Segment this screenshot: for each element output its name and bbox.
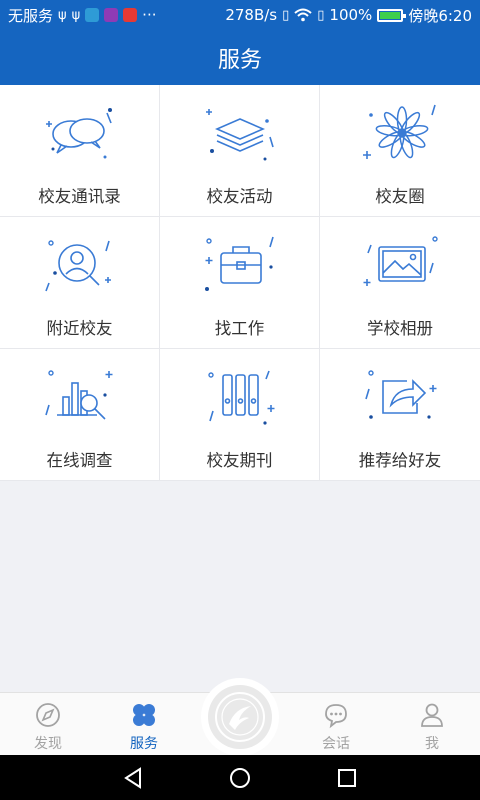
clock: 傍晚6:20 xyxy=(408,6,472,25)
grid-item-label: 校友圈 xyxy=(375,187,425,206)
usb-icon: ψ xyxy=(58,7,67,23)
news-notification-icon xyxy=(123,8,138,22)
grid-item-alumni-directory[interactable]: 校友通讯录 xyxy=(0,85,160,217)
tab-services[interactable]: 服务 xyxy=(96,693,192,756)
more-notifications-icon: ··· xyxy=(142,6,157,24)
grid-item-label: 附近校友 xyxy=(46,319,113,338)
back-icon[interactable] xyxy=(120,765,146,791)
flower-icon xyxy=(363,104,436,159)
home-icon[interactable] xyxy=(227,765,253,791)
vibrate-icon: ▯ xyxy=(282,7,290,23)
binders-icon xyxy=(207,370,274,425)
person-search-icon xyxy=(44,240,111,292)
grid-item-label: 学校相册 xyxy=(367,319,433,338)
chat-icon xyxy=(325,704,347,729)
grid-item-alumni-circle[interactable]: 校友圈 xyxy=(320,85,480,217)
grid-item-label: 推荐给好友 xyxy=(358,451,442,470)
briefcase-icon xyxy=(204,236,274,291)
compass-icon xyxy=(36,703,60,727)
tab-label: 会话 xyxy=(322,736,350,752)
tab-chat[interactable]: 会话 xyxy=(288,693,384,756)
grid-icon xyxy=(133,704,155,726)
grid-item-nearby-alumni[interactable]: 附近校友 xyxy=(0,217,160,349)
tab-label: 服务 xyxy=(130,736,158,752)
chat-bubbles-icon xyxy=(45,108,112,159)
sim-icon: ▯ xyxy=(317,7,325,23)
grid-item-label: 校友活动 xyxy=(206,187,273,206)
picture-icon xyxy=(363,236,438,286)
grid-item-alumni-journal[interactable]: 校友期刊 xyxy=(160,349,320,481)
grid-item-label: 校友期刊 xyxy=(206,451,273,470)
share-icon xyxy=(365,370,437,419)
grid-item-online-survey[interactable]: 在线调查 xyxy=(0,349,160,481)
video-notification-icon xyxy=(104,8,119,22)
wifi-icon xyxy=(294,8,312,22)
tab-label: 发现 xyxy=(34,736,62,752)
status-bar: 无服务 ψ ψ ··· 278B/s ▯ ▯ 100% 傍晚6:20 xyxy=(0,0,480,30)
recents-icon[interactable] xyxy=(334,765,360,791)
service-grid: 校友通讯录 校友活动 校友圈 附近校友 找工作 学校相册 在线调查 校友期刊 推… xyxy=(0,85,480,481)
grid-item-find-job[interactable]: 找工作 xyxy=(160,217,320,349)
grid-item-school-album[interactable]: 学校相册 xyxy=(320,217,480,349)
school-logo-icon xyxy=(215,692,265,742)
grid-item-alumni-events[interactable]: 校友活动 xyxy=(160,85,320,217)
grid-item-label: 找工作 xyxy=(214,319,265,338)
grid-item-label: 校友通讯录 xyxy=(38,187,121,206)
page-title: 服务 xyxy=(0,30,480,85)
battery-percent: 100% xyxy=(329,6,373,24)
grid-item-recommend-friend[interactable]: 推荐给好友 xyxy=(320,349,480,481)
bottom-nav: 发现 服务 会话 我 xyxy=(0,678,480,756)
tab-me[interactable]: 我 xyxy=(384,693,480,756)
center-logo-button[interactable] xyxy=(201,678,279,756)
system-nav-bar xyxy=(0,755,480,800)
tab-discover[interactable]: 发现 xyxy=(0,693,96,756)
chart-search-icon xyxy=(44,370,112,420)
app-notification-icon xyxy=(85,8,100,22)
layers-icon xyxy=(205,109,274,161)
network-speed: 278B/s xyxy=(225,6,278,24)
tab-label: 我 xyxy=(425,736,439,752)
usb-debug-icon: ψ xyxy=(71,7,81,23)
grid-item-label: 在线调查 xyxy=(46,451,113,470)
carrier-label: 无服务 xyxy=(8,6,54,25)
battery-icon xyxy=(377,8,407,22)
person-icon xyxy=(421,703,443,727)
